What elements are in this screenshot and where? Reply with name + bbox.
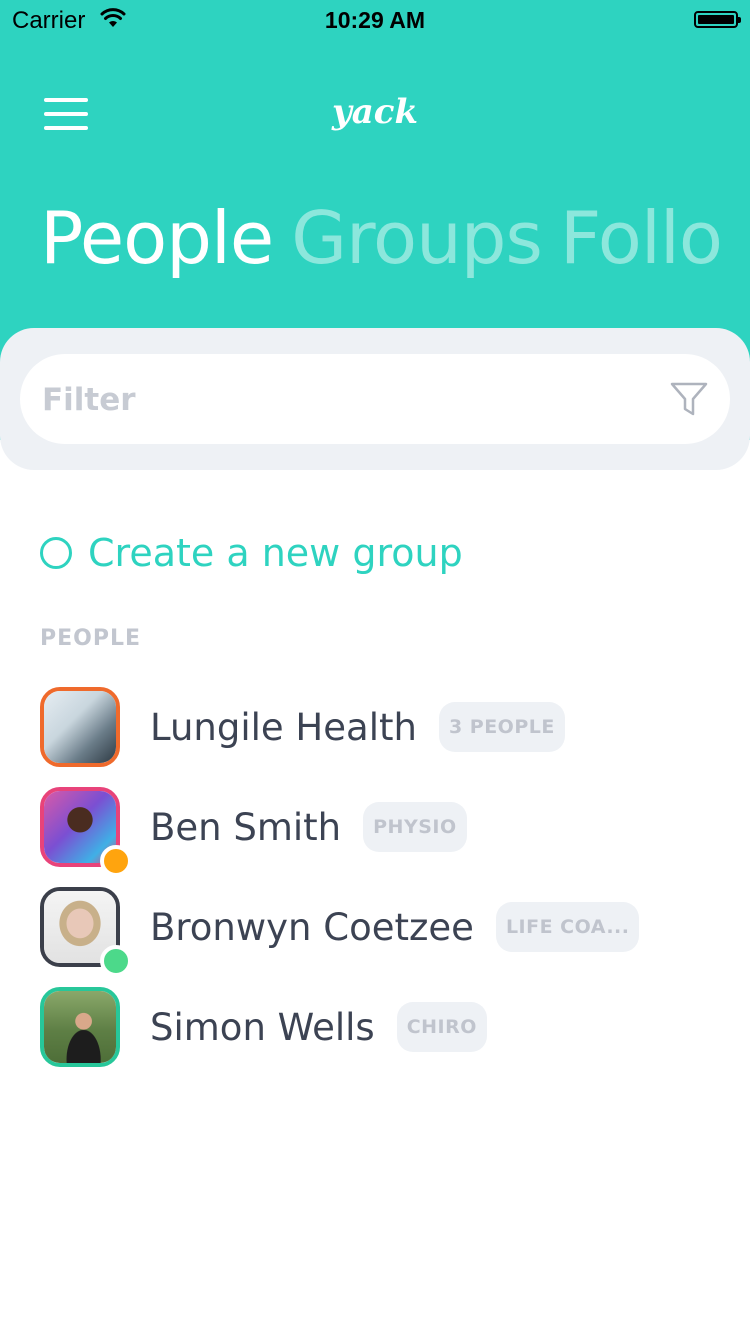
clock: 10:29 AM bbox=[324, 7, 426, 33]
filter-panel bbox=[0, 328, 750, 470]
person-row-bronwyn-coetzee[interactable]: Bronwyn Coetzee LIFE COA... bbox=[40, 887, 730, 977]
circle-icon bbox=[40, 537, 72, 569]
create-group-label: Create a new group bbox=[88, 531, 463, 575]
role-badge: 3 PEOPLE bbox=[438, 702, 565, 752]
role-badge: CHIRO bbox=[396, 1002, 487, 1052]
app-logo: yack bbox=[331, 92, 419, 132]
avatar bbox=[40, 887, 132, 977]
person-name: Ben Smith bbox=[150, 805, 342, 849]
people-section-label: PEOPLE bbox=[40, 626, 142, 651]
presence-indicator bbox=[100, 945, 132, 977]
filter-icon[interactable] bbox=[670, 381, 708, 417]
tab-bar: People Groups Follo bbox=[40, 196, 740, 280]
person-name: Simon Wells bbox=[150, 1005, 375, 1049]
tab-groups[interactable]: Groups bbox=[291, 196, 543, 280]
tab-following[interactable]: Follo bbox=[560, 196, 723, 280]
person-row-ben-smith[interactable]: Ben Smith PHYSIO bbox=[40, 787, 730, 877]
avatar bbox=[40, 687, 120, 767]
person-name: Bronwyn Coetzee bbox=[150, 905, 474, 949]
person-row-lungile-health[interactable]: Lungile Health 3 PEOPLE bbox=[40, 687, 730, 767]
filter-box bbox=[20, 354, 730, 444]
battery-icon bbox=[694, 11, 741, 28]
role-badge: PHYSIO bbox=[363, 802, 467, 852]
presence-indicator bbox=[100, 845, 132, 877]
create-group-button[interactable]: Create a new group bbox=[40, 526, 463, 580]
status-bar: Carrier 10:29 AM bbox=[0, 0, 750, 40]
person-row-simon-wells[interactable]: Simon Wells CHIRO bbox=[40, 987, 730, 1067]
tab-people[interactable]: People bbox=[40, 196, 274, 280]
avatar bbox=[40, 787, 132, 877]
person-name: Lungile Health bbox=[150, 705, 417, 749]
avatar bbox=[40, 987, 120, 1067]
role-badge: LIFE COA... bbox=[495, 902, 640, 952]
filter-input[interactable] bbox=[40, 372, 644, 428]
